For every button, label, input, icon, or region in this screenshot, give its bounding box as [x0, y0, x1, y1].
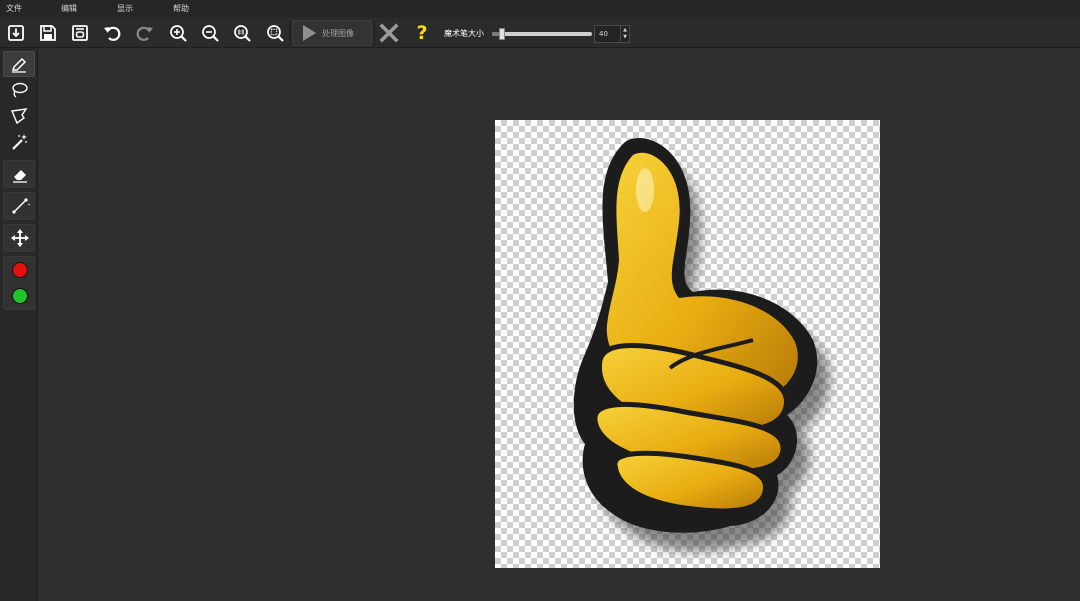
open-button[interactable]	[3, 21, 29, 45]
help-icon: ?	[416, 22, 428, 44]
menu-help[interactable]: 帮助	[173, 3, 189, 14]
polygon-lasso-tool[interactable]	[3, 103, 35, 129]
open-icon	[8, 25, 24, 41]
eraser-icon	[13, 170, 27, 183]
toolbar: 处理图像 ? 魔术笔大小 40 ▲ ▼	[0, 18, 1080, 48]
marker-pen-tool[interactable]	[3, 51, 35, 77]
zoom-in-button[interactable]	[165, 21, 191, 45]
zoom-out-button[interactable]	[197, 21, 223, 45]
tool-panel	[0, 48, 38, 601]
save-as-button[interactable]	[67, 21, 93, 45]
move-group	[3, 224, 35, 252]
line-group	[3, 192, 35, 220]
brush-size-value[interactable]: 40	[595, 30, 620, 38]
redo-icon	[136, 26, 153, 41]
save-icon	[40, 25, 56, 41]
undo-button[interactable]	[99, 21, 125, 45]
eraser-group	[3, 160, 35, 188]
toolbar-separator	[290, 20, 291, 46]
brush-size-slider[interactable]	[492, 28, 592, 40]
marker-pen-icon	[11, 57, 27, 73]
brush-size-label: 魔术笔大小	[444, 29, 484, 38]
save-button[interactable]	[35, 21, 61, 45]
toolbar-separator	[374, 20, 375, 46]
remove-color-tool[interactable]	[4, 283, 36, 309]
keep-color-tool[interactable]	[4, 257, 36, 283]
move-icon	[11, 229, 29, 247]
process-image-button[interactable]: 处理图像	[292, 20, 372, 46]
polygon-lasso-icon	[11, 108, 28, 125]
green-color-swatch	[12, 288, 28, 304]
red-color-swatch	[12, 262, 28, 278]
menu-edit[interactable]: 编辑	[61, 3, 77, 14]
spin-down-icon[interactable]: ▼	[623, 34, 627, 41]
save-as-icon	[72, 25, 88, 41]
menu-file[interactable]: 文件	[6, 3, 22, 14]
cancel-button[interactable]	[378, 22, 400, 44]
process-image-label: 处理图像	[322, 28, 354, 38]
slider-thumb[interactable]	[499, 28, 505, 40]
image-canvas[interactable]	[495, 120, 880, 568]
mark-color-group	[3, 256, 35, 310]
spin-up-icon[interactable]: ▲	[623, 27, 627, 34]
eraser-tool[interactable]	[4, 161, 36, 187]
move-tool[interactable]	[4, 225, 36, 251]
zoom-fit-icon	[267, 25, 284, 42]
redo-button[interactable]	[132, 21, 158, 45]
lasso-icon	[12, 82, 28, 98]
zoom-actual-icon	[234, 25, 251, 42]
line-icon	[12, 198, 30, 214]
menu-view[interactable]: 显示	[117, 3, 133, 14]
menu-bar: 文件 编辑 显示 帮助	[0, 0, 1080, 18]
help-button[interactable]: ?	[412, 21, 432, 45]
zoom-fit-button[interactable]	[262, 21, 288, 45]
line-tool[interactable]	[4, 193, 36, 219]
spin-arrows[interactable]: ▲ ▼	[620, 26, 629, 42]
play-icon	[303, 25, 316, 41]
close-icon	[379, 23, 399, 43]
brush-size-spinbox[interactable]: 40 ▲ ▼	[594, 25, 630, 43]
zoom-in-icon	[170, 25, 187, 42]
magic-wand-icon	[12, 134, 27, 150]
undo-icon	[104, 26, 121, 41]
thumbs-up-image	[573, 138, 830, 552]
zoom-out-icon	[202, 25, 219, 42]
zoom-actual-button[interactable]	[229, 21, 255, 45]
magic-wand-tool[interactable]	[3, 129, 35, 155]
lasso-tool[interactable]	[3, 77, 35, 103]
